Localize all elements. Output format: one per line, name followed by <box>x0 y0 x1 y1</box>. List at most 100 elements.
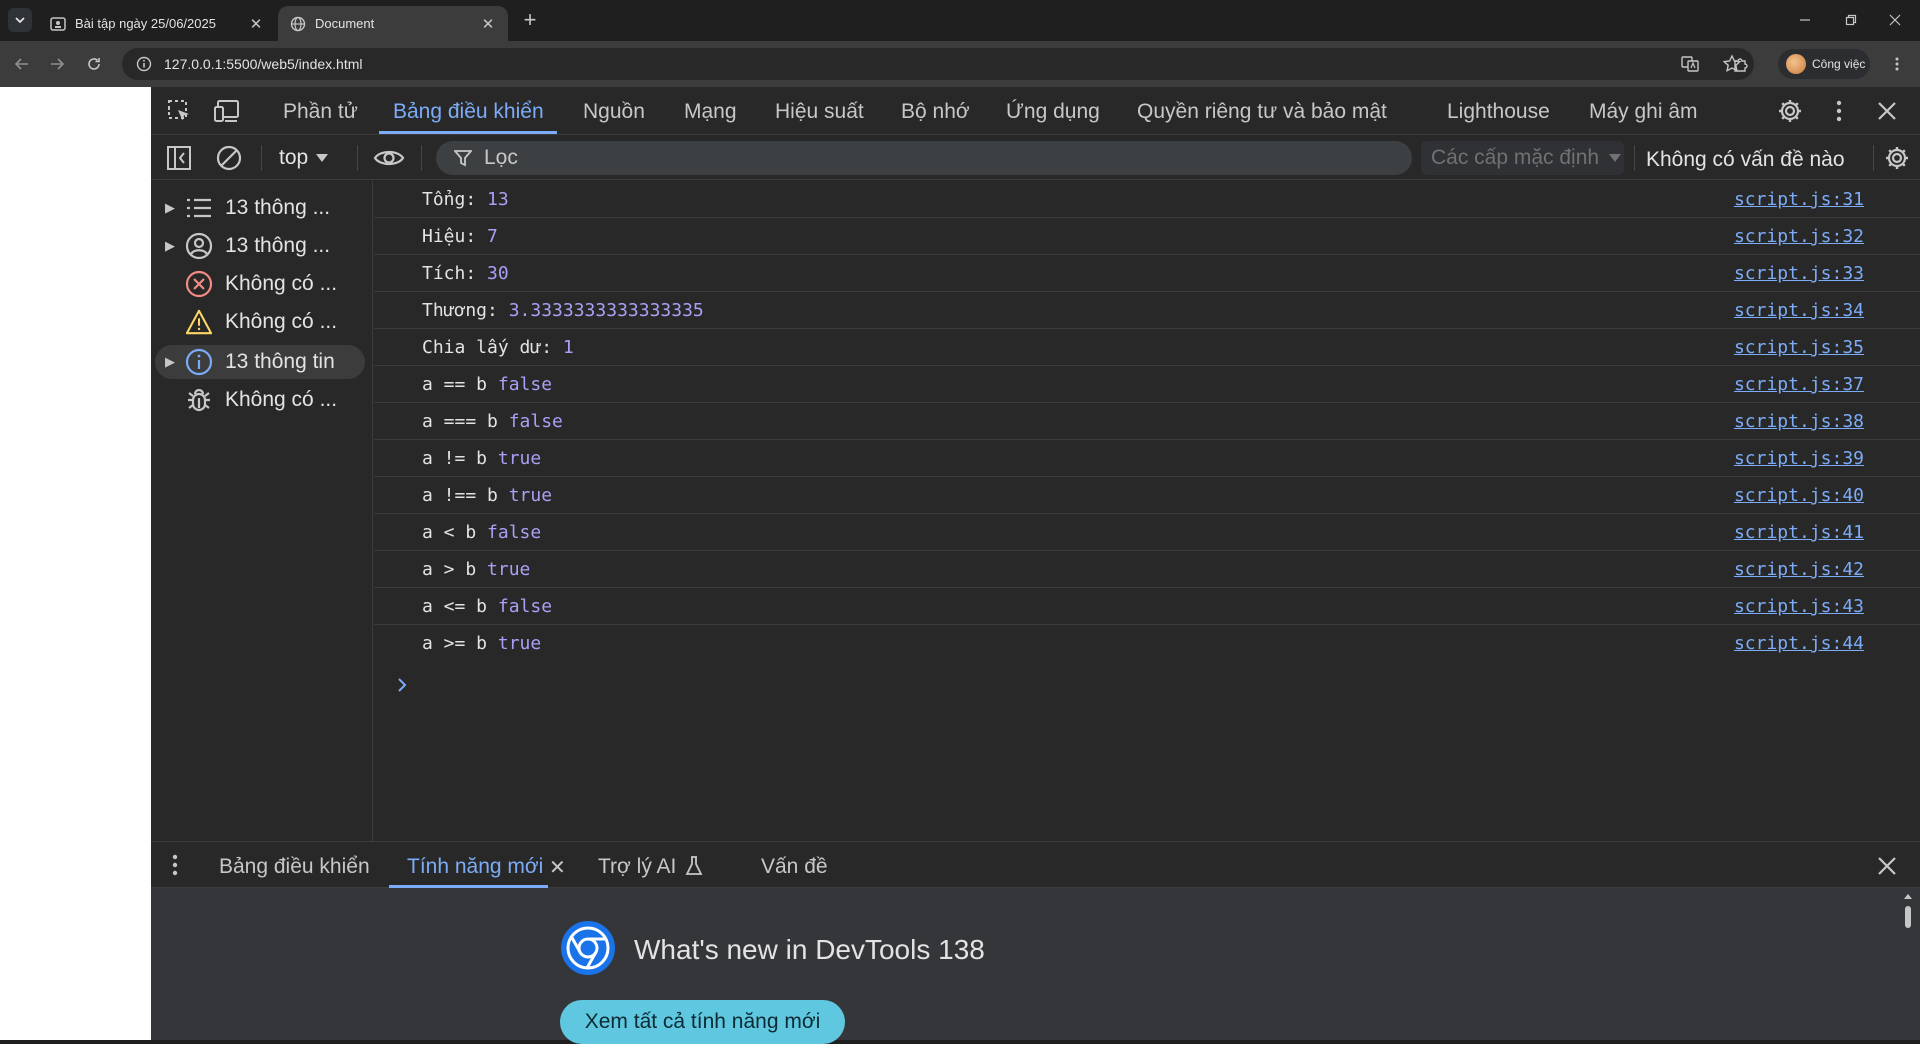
console-settings-gear-icon[interactable] <box>1883 144 1911 172</box>
browser-menu-button[interactable] <box>1885 52 1909 76</box>
log-text: a != b <box>422 448 498 469</box>
experiment-flask-icon <box>684 854 704 878</box>
scrollbar[interactable] <box>1902 892 1914 1037</box>
source-link[interactable]: script.js:39 <box>1734 448 1864 469</box>
drawer-tab-bar: Bảng điều khiển Tính năng mới ✕ Trợ lý A… <box>151 841 1920 888</box>
drawer-tab-ai-assistance[interactable]: Trợ lý AI <box>598 855 676 879</box>
settings-gear-icon[interactable] <box>1776 97 1804 125</box>
expand-triangle-icon[interactable]: ▶ <box>155 238 185 254</box>
filter-input[interactable]: Lọc <box>436 141 1412 175</box>
drawer-tab-whats-new[interactable]: Tính năng mới <box>407 855 543 879</box>
tab-elements[interactable]: Phần tử <box>283 100 358 124</box>
tab-network[interactable]: Mạng <box>684 100 737 124</box>
whats-new-title: What's new in DevTools 138 <box>634 934 985 965</box>
tab-recorder[interactable]: Máy ghi âm <box>1589 100 1698 124</box>
sidebar-item-errors[interactable]: Không có ... <box>155 267 365 301</box>
live-expression-eye-icon[interactable] <box>373 144 405 172</box>
bug-icon <box>185 386 213 414</box>
console-prompt[interactable] <box>396 677 408 693</box>
tab-console[interactable]: Bảng điều khiển <box>393 100 544 124</box>
forward-button[interactable] <box>45 52 69 76</box>
source-link[interactable]: script.js:42 <box>1734 559 1864 580</box>
classroom-favicon-icon <box>50 16 66 31</box>
device-toolbar-icon[interactable] <box>213 97 241 125</box>
context-selector[interactable]: top <box>279 145 329 171</box>
log-value: 1 <box>562 337 574 358</box>
source-link[interactable]: script.js:37 <box>1734 374 1864 395</box>
page-viewport[interactable] <box>0 87 151 1040</box>
tab-performance[interactable]: Hiệu suất <box>775 100 864 124</box>
console-row: a == b false script.js:37 <box>374 366 1920 403</box>
sidebar-item-label: Không có ... <box>225 272 338 295</box>
tab-memory[interactable]: Bộ nhớ <box>901 100 970 124</box>
dropdown-triangle-icon <box>1609 154 1622 162</box>
sidebar-item-label: Không có ... <box>225 388 338 411</box>
source-link[interactable]: script.js:32 <box>1734 226 1864 247</box>
log-levels-dropdown[interactable]: Các cấp mặc định <box>1421 141 1624 175</box>
dropdown-triangle-icon <box>316 154 329 162</box>
drawer-tab-console[interactable]: Bảng điều khiển <box>219 855 370 879</box>
log-text: a == b <box>422 374 498 395</box>
browser-tab[interactable]: Bài tập ngày 25/06/2025 ✕ <box>38 6 276 41</box>
source-link[interactable]: script.js:40 <box>1734 485 1864 506</box>
more-vertical-icon <box>1895 57 1899 71</box>
log-text: a > b <box>422 559 488 580</box>
log-value: true <box>508 485 553 506</box>
source-link[interactable]: script.js:41 <box>1734 522 1864 543</box>
devtools-menu-button[interactable] <box>1825 97 1853 125</box>
sidebar-toggle-icon[interactable] <box>165 144 193 172</box>
source-link[interactable]: script.js:44 <box>1734 633 1864 654</box>
close-window-button[interactable] <box>1880 8 1910 32</box>
sidebar-item-user-messages[interactable]: ▶ 13 thông ... <box>155 229 365 263</box>
source-link[interactable]: script.js:43 <box>1734 596 1864 617</box>
new-tab-button[interactable]: + <box>518 9 542 33</box>
tab-sources[interactable]: Nguồn <box>583 100 645 124</box>
more-vertical-icon <box>1836 100 1842 122</box>
browser-tab-active[interactable]: Document ✕ <box>278 6 508 41</box>
source-link[interactable]: script.js:34 <box>1734 300 1864 321</box>
sidebar-item-info[interactable]: ▶ 13 thông tin <box>155 345 365 379</box>
source-link[interactable]: script.js:33 <box>1734 263 1864 284</box>
console-row: Hiệu: 7 script.js:32 <box>374 218 1920 255</box>
drawer-tab-issues[interactable]: Vấn đề <box>761 855 828 879</box>
back-button[interactable] <box>10 52 34 76</box>
expand-triangle-icon[interactable]: ▶ <box>155 200 185 216</box>
sidebar-item-verbose[interactable]: Không có ... <box>155 383 365 417</box>
log-text: a !== b <box>422 485 509 506</box>
log-text: a === b <box>422 411 509 432</box>
source-link[interactable]: script.js:35 <box>1734 337 1864 358</box>
close-drawer-tab-icon[interactable]: ✕ <box>549 855 566 880</box>
address-bar[interactable]: 127.0.0.1:5500/web5/index.html <box>122 48 1754 80</box>
restore-button[interactable] <box>1836 8 1866 32</box>
console-row: a != b true script.js:39 <box>374 440 1920 477</box>
tab-search-button[interactable] <box>8 8 32 32</box>
profile-button[interactable]: Công việc <box>1778 49 1870 79</box>
minimize-button[interactable] <box>1790 8 1820 32</box>
console-sidebar: ▶ 13 thông ... ▶ 13 thông ... Không có .… <box>151 181 373 841</box>
see-all-features-button[interactable]: Xem tất cả tính năng mới <box>560 1000 845 1044</box>
close-tab-icon[interactable]: ✕ <box>480 16 496 33</box>
close-tab-icon[interactable]: ✕ <box>248 16 264 33</box>
info-icon[interactable] <box>136 56 152 72</box>
clear-console-icon[interactable] <box>215 144 243 172</box>
sidebar-item-messages[interactable]: ▶ 13 thông ... <box>155 191 365 225</box>
close-devtools-icon[interactable] <box>1873 97 1901 125</box>
sidebar-item-warnings[interactable]: Không có ... <box>155 305 365 339</box>
extensions-button[interactable] <box>1726 52 1756 76</box>
arrow-right-icon <box>51 58 65 70</box>
drawer-menu-button[interactable] <box>165 852 185 878</box>
tab-application[interactable]: Ứng dụng <box>1006 100 1100 124</box>
reload-button[interactable] <box>82 52 106 76</box>
context-label: top <box>279 146 309 169</box>
log-value: false <box>497 374 553 395</box>
user-icon <box>185 232 213 260</box>
issues-counter[interactable]: Không có vấn đề nào <box>1646 148 1845 172</box>
tab-lighthouse[interactable]: Lighthouse <box>1447 100 1550 124</box>
translate-icon[interactable] <box>1680 54 1700 74</box>
source-link[interactable]: script.js:38 <box>1734 411 1864 432</box>
source-link[interactable]: script.js:31 <box>1734 189 1864 210</box>
expand-triangle-icon[interactable]: ▶ <box>155 354 185 370</box>
close-drawer-icon[interactable] <box>1875 854 1899 878</box>
tab-privacy-security[interactable]: Quyền riêng tư và bảo mật <box>1137 100 1387 124</box>
inspect-element-icon[interactable] <box>165 97 193 125</box>
